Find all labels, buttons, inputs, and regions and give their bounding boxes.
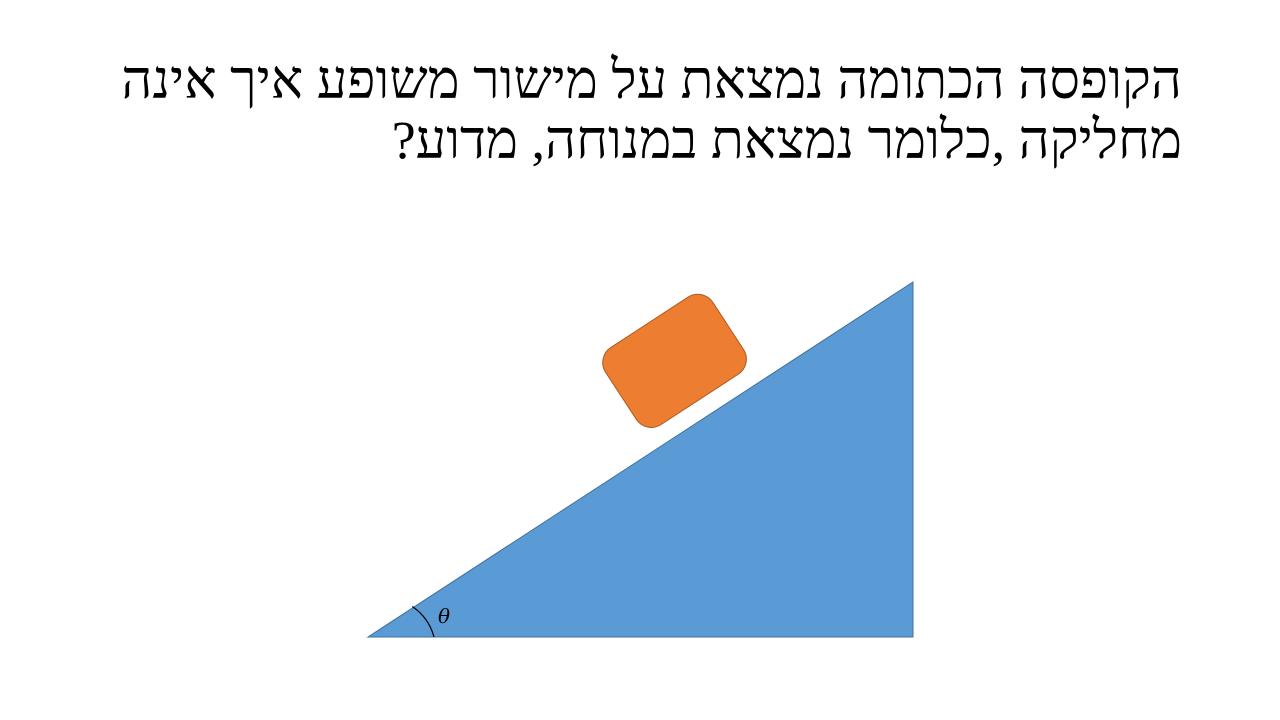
angle-theta-label: θ bbox=[438, 604, 450, 628]
incline-diagram: θ bbox=[366, 281, 914, 638]
slide: הקופסה הכתומה נמצאת על מישור משופע איך א… bbox=[0, 0, 1280, 720]
